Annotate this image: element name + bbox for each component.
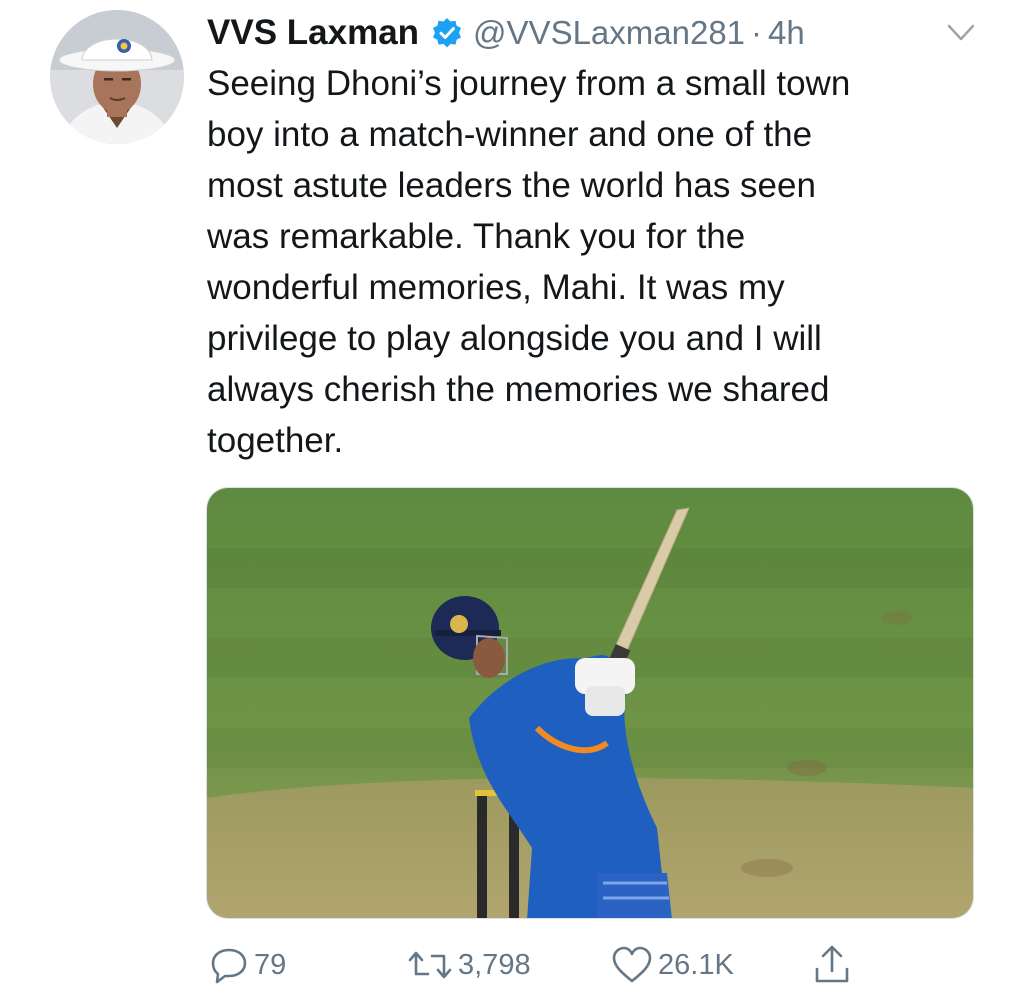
retweet-icon [406,944,454,986]
tweet-header: VVS Laxman @VVSLaxman281 · 4h [207,8,805,58]
chevron-down-icon[interactable] [943,20,979,46]
share-button[interactable] [812,940,852,990]
verified-badge-icon [431,17,463,49]
author-name[interactable]: VVS Laxman [207,13,419,53]
separator-dot: · [751,14,763,51]
heart-icon [610,944,654,986]
tweet-timestamp[interactable]: 4h [768,14,805,52]
reply-count: 79 [254,948,287,981]
author-handle[interactable]: @VVSLaxman281 [473,14,745,52]
like-count: 26.1K [658,948,734,981]
share-icon [812,943,852,987]
cricket-photo [207,488,973,918]
reply-button[interactable]: 79 [208,940,286,990]
retweet-button[interactable]: 3,798 [406,940,531,990]
tweet-text: Seeing Dhoni’s journey from a small town… [207,64,851,460]
like-button[interactable]: 26.1K [610,940,734,990]
tweet[interactable]: VVS Laxman @VVSLaxman281 · 4h Seeing Dho… [0,0,1024,1006]
retweet-count: 3,798 [458,948,531,981]
avatar[interactable] [50,10,184,144]
tweet-media-image[interactable] [206,487,974,919]
avatar-image [50,10,184,144]
reply-icon [208,944,250,986]
tweet-actions: 79 3,798 26.1K [0,940,1024,990]
